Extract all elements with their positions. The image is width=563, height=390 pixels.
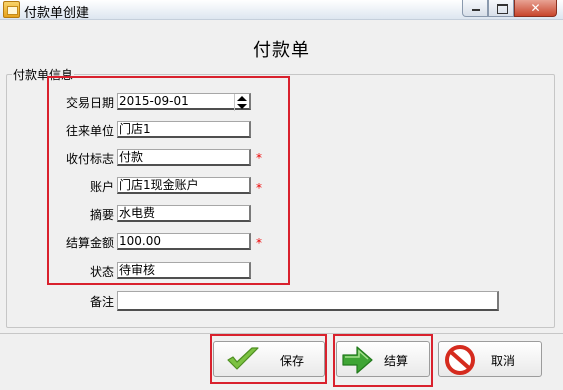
cancel-button[interactable]: 取消 [438,341,542,377]
title-bar: 付款单创建 [0,0,563,21]
summary-field[interactable]: 水电费 [117,205,251,222]
remark-label: 备注 [89,295,114,309]
status-field[interactable]: 待审核 [117,262,251,279]
required-mark: * [256,181,262,195]
spin-down-icon[interactable] [237,104,247,109]
settle-button-label: 结算 [384,354,409,368]
date-spinner[interactable] [234,94,249,111]
trade-date-field[interactable]: 2015-09-01 [117,93,251,110]
group-label: 付款单信息 [12,66,75,83]
amount-label: 结算金额 [65,236,114,250]
save-button-label: 保存 [280,354,305,368]
checkmark-icon [227,347,259,370]
no-entry-icon [445,345,475,375]
close-icon[interactable] [514,0,557,17]
status-label: 状态 [89,265,114,279]
spin-up-icon[interactable] [237,96,247,101]
summary-label: 摘要 [89,208,114,222]
amount-field[interactable]: 100.00 [117,233,251,250]
trade-date-label: 交易日期 [65,96,114,110]
app-icon [3,1,20,18]
required-mark: * [256,236,262,250]
required-mark: * [256,151,262,165]
arrow-right-icon [342,346,373,374]
button-bar-separator [0,333,563,334]
payment-info-group [6,74,555,328]
pay-flag-field[interactable]: 付款 [117,149,251,166]
maximize-icon[interactable] [488,0,514,17]
account-label: 账户 [89,180,114,194]
partner-field[interactable]: 门店1 [117,121,251,138]
cancel-button-label: 取消 [491,354,516,368]
pay-flag-label: 收付标志 [65,152,114,166]
account-field[interactable]: 门店1现金账户 [117,177,251,194]
form-title: 付款单 [253,40,310,61]
settle-button[interactable]: 结算 [336,341,430,377]
save-button[interactable]: 保存 [213,341,325,377]
partner-label: 往来单位 [65,124,114,138]
window-controls [462,0,557,18]
minimize-icon[interactable] [462,0,488,17]
remark-field[interactable] [117,291,499,311]
window-title: 付款单创建 [24,6,90,21]
